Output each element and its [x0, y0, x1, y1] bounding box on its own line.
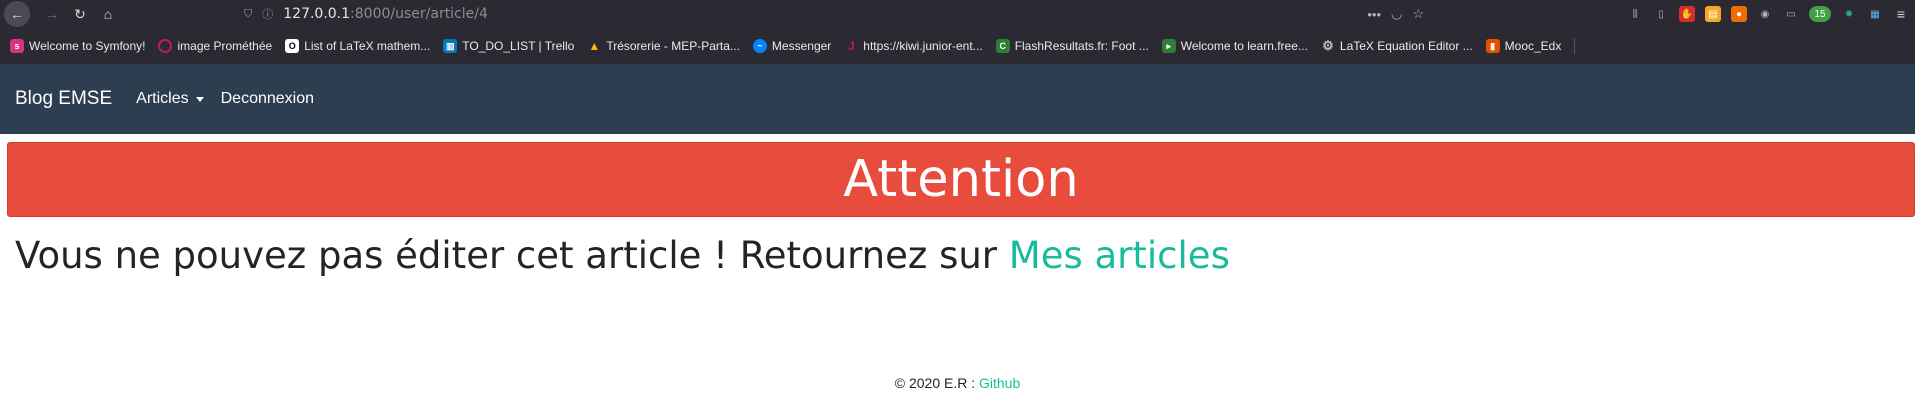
error-message: Vous ne pouvez pas éditer cet article ! … [15, 234, 1230, 277]
articles-label: Articles [136, 90, 189, 107]
messenger-icon: ~ [752, 39, 767, 53]
drive-icon: ▲ [588, 39, 601, 53]
url-host: 127.0.0.1 [283, 6, 351, 22]
alert-banner: Attention [7, 142, 1915, 217]
account-icon[interactable]: ◉ [1757, 6, 1773, 22]
library-icon[interactable]: ⫼ [1627, 6, 1643, 22]
trello-icon: ▥ [443, 39, 458, 53]
circle-icon [158, 39, 173, 53]
bookmark-item[interactable]: ▲ Trésorerie - MEP-Parta... [587, 39, 740, 53]
caret-down-icon [195, 96, 204, 102]
site-navbar: Blog EMSE Articles Deconnexion [0, 64, 1915, 134]
sidebar-icon[interactable]: ▯ [1653, 6, 1669, 22]
bookmark-item[interactable]: O List of LaTeX mathem... [285, 39, 430, 53]
forward-button[interactable]: → [38, 0, 66, 28]
learn-icon: ▸ [1161, 39, 1176, 53]
footer-text: © 2020 E.R : [894, 375, 979, 391]
arrow-right-icon: → [45, 6, 59, 22]
bookmark-item[interactable]: ~ Messenger [752, 39, 831, 53]
articles-dropdown[interactable]: Articles [136, 90, 204, 108]
back-button[interactable]: ← [4, 1, 30, 27]
symfony-icon: s [10, 39, 24, 53]
extensions-icon[interactable]: ▦ [1867, 6, 1883, 22]
logout-link[interactable]: Deconnexion [221, 90, 314, 108]
extension-icon[interactable]: ▤ [1705, 6, 1721, 22]
oeis-icon: O [285, 39, 300, 53]
bookmark-item[interactable]: Jhttps://kiwi.junior-ent... [844, 39, 983, 53]
home-button[interactable]: ⌂ [94, 0, 122, 28]
reload-button[interactable]: ↻ [66, 0, 94, 28]
bookmarks-bar: s Welcome to Symfony! image Prométhée O Li… [0, 28, 1915, 64]
brand-link[interactable]: Blog EMSE [15, 88, 112, 110]
extensions-area: ⫼ ▯ ✋ ▤ ● ◉ ▭ 15 ✹ ▦ ≡ [1627, 0, 1915, 28]
monkey-icon[interactable]: ● [1731, 6, 1747, 22]
browser-toolbar: ← → ↻ ⌂ ⛉ ⓘ 127.0.0.1:8000/user/article/… [0, 0, 1915, 28]
github-link[interactable]: Github [979, 375, 1020, 391]
bookmark-item[interactable]: C FlashResultats.fr: Foot ... [995, 39, 1149, 53]
flash-icon: C [995, 39, 1010, 53]
my-articles-link[interactable]: Mes articles [1009, 234, 1230, 277]
url-actions: ••• ◡ ☆ [1367, 2, 1424, 26]
arrow-left-icon: ← [10, 6, 24, 22]
bookmark-item[interactable]: s Welcome to Symfony! [10, 39, 145, 53]
bookmark-item[interactable]: ⚙ LaTeX Equation Editor ... [1321, 38, 1473, 53]
book-icon: ▮ [1485, 39, 1500, 53]
footer: © 2020 E.R : Github [0, 375, 1915, 391]
url-bar[interactable]: ⛉ ⓘ 127.0.0.1:8000/user/article/4 ••• ◡ … [244, 2, 1424, 26]
adblock-icon[interactable]: ✋ [1679, 6, 1695, 22]
info-icon: ⓘ [262, 9, 274, 21]
bookmarks-separator [1574, 38, 1576, 54]
alert-title: Attention [843, 150, 1079, 209]
url-path: :8000/user/article/4 [350, 6, 488, 22]
pocket-icon[interactable]: ◡ [1391, 6, 1402, 22]
kiwi-icon: J [847, 39, 855, 53]
globe-icon[interactable]: ✹ [1841, 6, 1857, 22]
bookmark-item[interactable]: image Prométhée [158, 39, 272, 53]
error-message-text: Vous ne pouvez pas éditer cet article ! … [15, 234, 1009, 277]
toggle-extension-icon[interactable]: 15 [1809, 6, 1831, 22]
bookmark-item[interactable]: ▥ TO_DO_LIST | Trello [443, 39, 574, 53]
clipboard-icon[interactable]: ▭ [1783, 6, 1799, 22]
shield-icon: ⛉ [244, 7, 253, 20]
menu-icon[interactable]: ≡ [1893, 6, 1909, 22]
more-icon[interactable]: ••• [1367, 7, 1381, 22]
home-icon: ⌂ [103, 6, 113, 22]
reload-icon: ↻ [74, 5, 86, 22]
star-icon[interactable]: ☆ [1412, 6, 1424, 22]
gear-icon: ⚙ [1322, 38, 1334, 53]
bookmark-item[interactable]: ▸ Welcome to learn.free... [1161, 39, 1308, 53]
bookmark-item[interactable]: ▮ Mooc_Edx [1485, 39, 1561, 53]
